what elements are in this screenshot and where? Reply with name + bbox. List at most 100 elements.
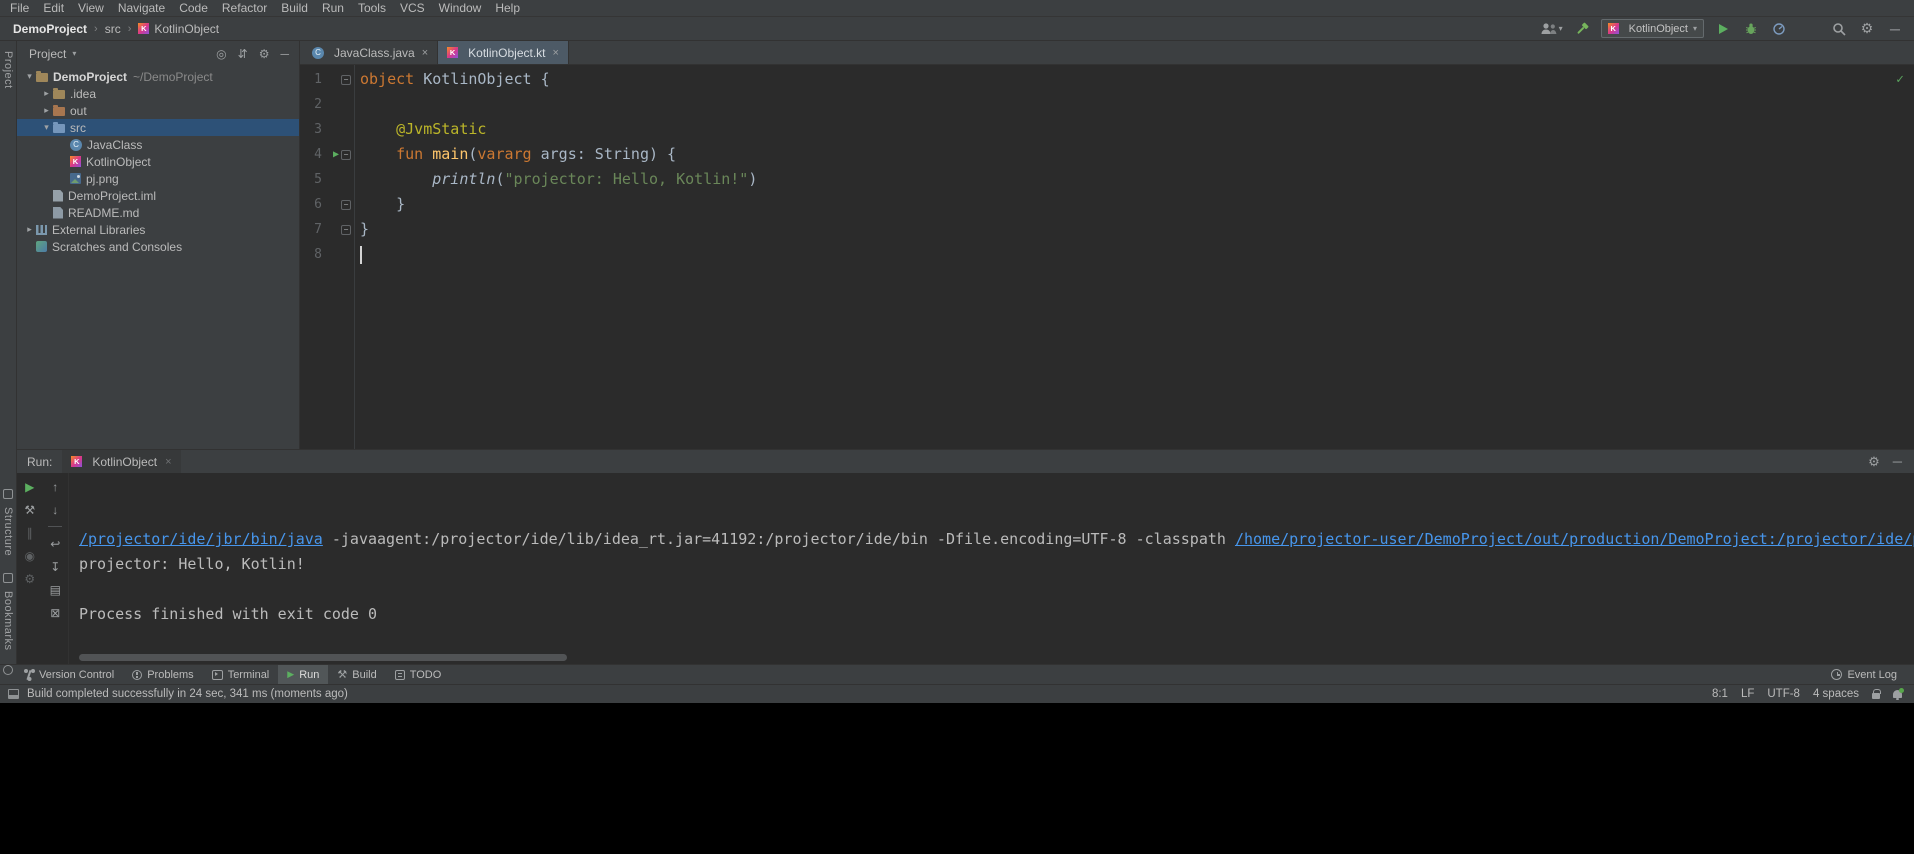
menu-build[interactable]: Build xyxy=(274,0,315,16)
panel-settings-icon[interactable]: ⚙ xyxy=(259,47,270,61)
fold-icon[interactable]: − xyxy=(341,74,351,85)
background-tasks-icon[interactable] xyxy=(8,689,19,699)
tree-row-pj-png[interactable]: pj.png xyxy=(17,170,299,187)
menu-navigate[interactable]: Navigate xyxy=(111,0,172,16)
soft-wrap-icon[interactable]: ↩ xyxy=(47,537,63,551)
tool-tab-run[interactable]: ▶ Run xyxy=(278,665,329,684)
breadcrumb-item-kotlinobject[interactable]: K KotlinObject xyxy=(138,22,219,36)
search-icon[interactable] xyxy=(1830,20,1848,38)
caret-position[interactable]: 8:1 xyxy=(1712,688,1728,700)
debug-button[interactable] xyxy=(1742,20,1760,38)
menu-view[interactable]: View xyxy=(71,0,111,16)
tree-open-arrow-icon[interactable]: ▾ xyxy=(23,71,36,82)
coverage-button[interactable] xyxy=(1770,20,1788,38)
console-settings-icon[interactable]: ⚙ xyxy=(1868,454,1880,470)
stripe-bookmarks-button[interactable]: Bookmarks xyxy=(2,591,14,651)
code-line[interactable]: 1 − object KotlinObject { xyxy=(300,67,1914,92)
close-icon[interactable]: × xyxy=(165,456,171,468)
tool-tab-event-log[interactable]: Event Log xyxy=(1822,665,1906,684)
tool-tab-todo[interactable]: TODO xyxy=(386,665,451,684)
print-icon[interactable]: ▤ xyxy=(47,583,63,597)
tool-tab-terminal[interactable]: Terminal xyxy=(203,665,279,684)
fold-icon[interactable]: − xyxy=(341,224,351,235)
menu-refactor[interactable]: Refactor xyxy=(215,0,274,16)
stripe-tool-icon[interactable] xyxy=(3,665,13,675)
tree-row-external-libraries[interactable]: ▸ External Libraries xyxy=(17,221,299,238)
tree-row-demoproject-iml[interactable]: DemoProject.iml xyxy=(17,187,299,204)
indent-style[interactable]: 4 spaces xyxy=(1813,688,1859,700)
tree-closed-arrow-icon[interactable]: ▸ xyxy=(40,88,53,99)
menu-run[interactable]: Run xyxy=(315,0,351,16)
tree-closed-arrow-icon[interactable]: ▸ xyxy=(23,224,36,235)
tool-tab-version-control[interactable]: Version Control xyxy=(14,665,123,684)
encoding[interactable]: UTF-8 xyxy=(1767,688,1800,700)
hide-console-icon[interactable]: ─ xyxy=(1893,454,1902,469)
close-icon[interactable]: × xyxy=(553,47,559,59)
build-hammer-icon[interactable] xyxy=(1573,20,1591,38)
breadcrumb-item-demoproject[interactable]: DemoProject xyxy=(13,22,87,36)
tree-row-idea[interactable]: ▸ .idea xyxy=(17,85,299,102)
menu-file[interactable]: File xyxy=(3,0,36,16)
fold-icon[interactable]: − xyxy=(341,149,351,160)
tree-open-arrow-icon[interactable]: ▾ xyxy=(40,122,53,133)
lock-icon[interactable] xyxy=(1872,688,1881,699)
code-line[interactable]: 8 xyxy=(300,242,1914,267)
minimize-icon[interactable]: ─ xyxy=(1886,20,1904,38)
console-link[interactable]: /projector/ide/jbr/bin/java xyxy=(79,530,323,548)
up-stack-trace-icon[interactable]: ↑ xyxy=(47,480,63,494)
run-button[interactable] xyxy=(1714,20,1732,38)
code-line[interactable]: 7 −} xyxy=(300,217,1914,242)
screenshot-icon[interactable]: ◉ xyxy=(22,549,38,563)
console-link[interactable]: /home/projector-user/DemoProject/out/pro… xyxy=(1235,530,1914,548)
line-ending[interactable]: LF xyxy=(1741,688,1754,700)
fold-icon[interactable]: − xyxy=(341,199,351,210)
tab-kotlinobject-kt[interactable]: K KotlinObject.kt × xyxy=(438,41,569,64)
down-stack-trace-icon[interactable]: ↓ xyxy=(47,503,63,517)
stripe-project-button[interactable]: Project xyxy=(2,51,14,89)
project-panel-title[interactable]: Project xyxy=(29,47,66,61)
code-area[interactable]: 1− object KotlinObject {2 3 @JvmStatic 4 ▶ − … xyxy=(300,65,1914,449)
clear-all-icon[interactable]: ⊠ xyxy=(47,606,63,620)
rerun-icon[interactable]: ▶ xyxy=(22,480,38,494)
horizontal-scrollbar[interactable] xyxy=(79,654,567,661)
code-line[interactable]: 3 @JvmStatic xyxy=(300,117,1914,142)
run-config-combo[interactable]: K KotlinObject ▾ xyxy=(1600,19,1704,38)
menu-window[interactable]: Window xyxy=(432,0,489,16)
pause-output-icon[interactable]: ∥ xyxy=(22,526,38,540)
tree-row-src[interactable]: ▾ src xyxy=(17,119,299,136)
tool-tab-build[interactable]: ⚒ Build xyxy=(328,665,385,684)
settings-gear-icon[interactable]: ⚙ xyxy=(1858,20,1876,38)
code-line[interactable]: 4 ▶ − fun main(vararg args: String) { xyxy=(300,142,1914,167)
hide-panel-icon[interactable]: ─ xyxy=(280,47,289,61)
run-line-icon[interactable]: ▶ xyxy=(333,149,339,160)
scroll-to-end-icon[interactable]: ↧ xyxy=(47,560,63,574)
inspections-ok-icon[interactable]: ✓ xyxy=(1896,72,1904,87)
console-gear-icon[interactable]: ⚙ xyxy=(22,572,38,586)
close-icon[interactable]: × xyxy=(422,47,428,59)
tool-tab-problems[interactable]: Problems xyxy=(123,665,202,684)
console[interactable]: /projector/ide/jbr/bin/java -javaagent:/… xyxy=(69,473,1914,664)
collaboration-users-icon[interactable]: ▾ xyxy=(1540,20,1563,38)
menu-vcs[interactable]: VCS xyxy=(393,0,432,16)
run-tab[interactable]: K KotlinObject × xyxy=(62,450,181,473)
code-line[interactable]: 2 xyxy=(300,92,1914,117)
tree-row-kotlinobject[interactable]: K KotlinObject xyxy=(17,153,299,170)
menu-code[interactable]: Code xyxy=(172,0,215,16)
collapse-all-icon[interactable]: ⇵ xyxy=(238,47,248,61)
notifications-bell-icon[interactable] xyxy=(1893,688,1904,700)
stripe-structure-button[interactable]: Structure xyxy=(2,507,14,556)
stripe-tool-icon[interactable] xyxy=(3,489,13,499)
code-line[interactable]: 5 println("projector: Hello, Kotlin!") xyxy=(300,167,1914,192)
locate-file-icon[interactable]: ◎ xyxy=(216,47,226,61)
tree-row-out[interactable]: ▸ out xyxy=(17,102,299,119)
run-settings-icon[interactable]: ⚒ xyxy=(22,503,38,517)
code-line[interactable]: 6 − } xyxy=(300,192,1914,217)
tree-row-demoproject[interactable]: ▾ DemoProject ~/DemoProject xyxy=(17,68,299,85)
tab-javaclass-java[interactable]: C JavaClass.java × xyxy=(303,41,439,64)
tree-row-scratches-and-consoles[interactable]: Scratches and Consoles xyxy=(17,238,299,255)
breadcrumb-item-src[interactable]: src xyxy=(105,22,121,36)
menu-edit[interactable]: Edit xyxy=(36,0,71,16)
menu-help[interactable]: Help xyxy=(488,0,527,16)
menu-tools[interactable]: Tools xyxy=(351,0,393,16)
tree-closed-arrow-icon[interactable]: ▸ xyxy=(40,105,53,116)
